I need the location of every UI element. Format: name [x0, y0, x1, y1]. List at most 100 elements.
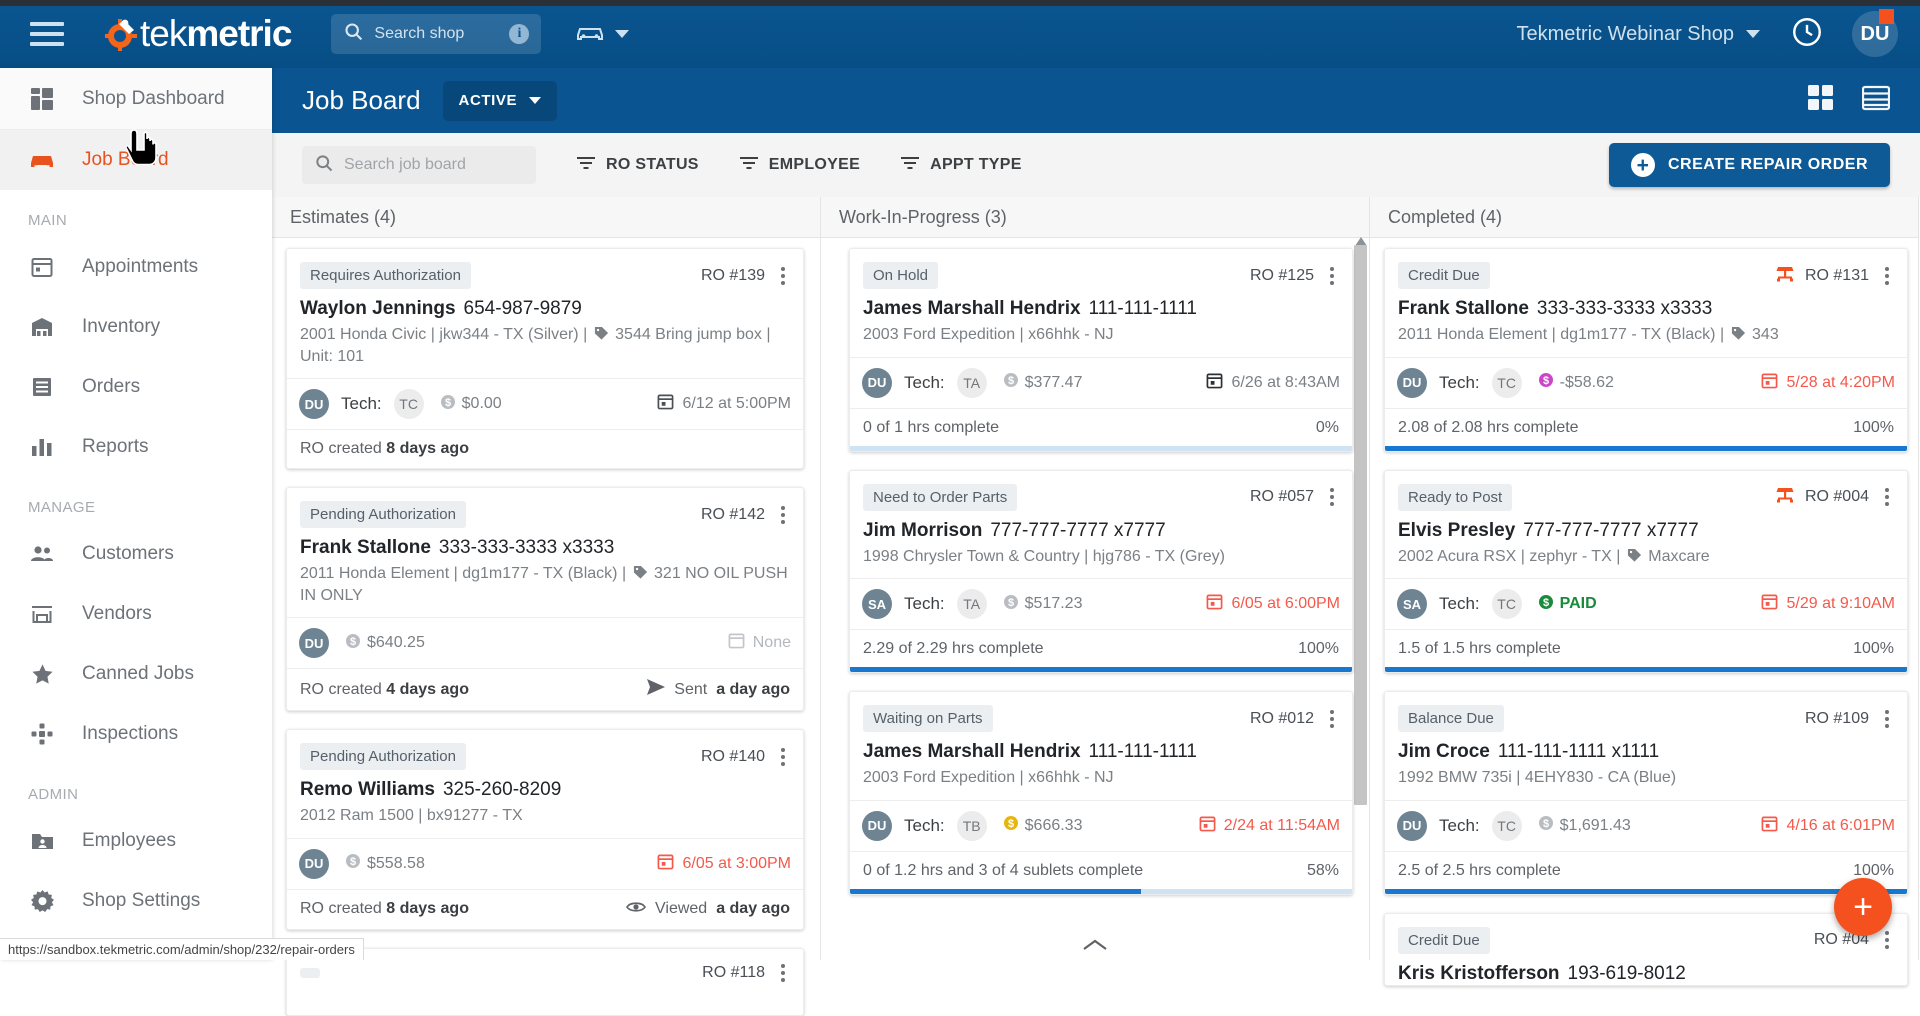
progress-text: 0 of 1.2 hrs and 3 of 4 sublets complete [863, 862, 1143, 880]
search-shop-input[interactable]: Search shop i [331, 14, 541, 54]
filter-appt-type[interactable]: APPT TYPE [900, 154, 1022, 177]
card-menu-icon[interactable] [775, 746, 791, 768]
card-header: Credit Due RO #131 [1385, 249, 1907, 289]
filter-bar: Search job board RO STATUS EMPLOYEE APPT… [272, 133, 1920, 197]
card-menu-icon[interactable] [775, 504, 791, 526]
tech-row: SA Tech: TA $ $517.23 [850, 579, 1352, 629]
filter-icon [576, 154, 596, 177]
grid-view-icon[interactable] [1808, 85, 1834, 116]
search-job-board-input[interactable]: Search job board [302, 146, 536, 184]
footer-value: 8 days ago [386, 440, 469, 458]
footer-right: Senta day ago [647, 679, 790, 700]
job-card[interactable]: Credit Due RO #04 Kris Kristofferson193-… [1384, 913, 1908, 986]
card-menu-icon[interactable] [1879, 486, 1895, 508]
card-menu-icon[interactable] [1879, 708, 1895, 730]
filter-employee[interactable]: EMPLOYEE [739, 154, 860, 177]
job-card[interactable]: Pending Authorization RO #142 Frank Stal… [286, 487, 804, 711]
user-avatar[interactable]: DU [1852, 11, 1898, 57]
progress-pct: 100% [1853, 419, 1894, 437]
card-header: Balance Due RO #109 [1385, 692, 1907, 732]
job-board: Estimates (4) Requires Authorization RO … [272, 197, 1920, 960]
dollar-icon: $ [1003, 815, 1019, 836]
card-header: Pending Authorization RO #140 [287, 730, 803, 770]
sidebar-item-vendors[interactable]: Vendors [0, 584, 272, 644]
customer-phone: 111-111-1111 [1089, 298, 1197, 319]
card-menu-icon[interactable] [1879, 265, 1895, 287]
sidebar-item-job-board[interactable]: Job Board [0, 130, 272, 190]
filter-label: APPT TYPE [930, 156, 1022, 174]
card-menu-icon[interactable] [1324, 486, 1340, 508]
ro-number: RO #109 [1805, 710, 1869, 728]
sidebar-item-appointments[interactable]: Appointments [0, 237, 272, 297]
status-filter-dropdown[interactable]: ACTIVE [443, 81, 558, 121]
chevron-down-icon [529, 97, 541, 104]
tech-row: DU $ $558.58 [287, 839, 803, 889]
create-repair-order-button[interactable]: + CREATE REPAIR ORDER [1609, 143, 1890, 187]
job-card[interactable]: On Hold RO #125 James Marshall Hendrix11… [849, 248, 1353, 452]
amount: $ $1,691.43 [1538, 815, 1631, 836]
status-badge: Credit Due [1398, 927, 1490, 954]
card-header-right: RO #131 [1775, 265, 1895, 287]
progress-text: 2.08 of 2.08 hrs complete [1398, 419, 1579, 437]
progress-pct: 0% [1316, 419, 1339, 437]
card-header-right: RO #125 [1250, 265, 1340, 287]
job-card[interactable]: Credit Due RO #131 Frank Stallone33 [1384, 248, 1908, 452]
sidebar-item-reports[interactable]: Reports [0, 417, 272, 477]
tech-label: Tech: [904, 594, 945, 614]
vehicle-selector[interactable] [575, 21, 629, 48]
progress-pct: 58% [1307, 862, 1339, 880]
calendar-icon [1206, 372, 1223, 394]
amount: $ $0.00 [440, 394, 502, 415]
column-body-completed[interactable]: Credit Due RO #131 Frank Stallone33 [1370, 238, 1918, 960]
status-badge: Pending Authorization [300, 501, 466, 528]
card-menu-icon[interactable] [775, 962, 791, 984]
job-card[interactable]: Waiting on Parts RO #012 James Marshall … [849, 691, 1353, 895]
sidebar-item-shop-settings[interactable]: Shop Settings [0, 871, 272, 931]
vehicle-text: 2003 Ford Expedition | x66hhk - NJ [863, 769, 1114, 786]
sidebar-item-shop-dashboard[interactable]: Shop Dashboard [0, 68, 272, 130]
footer-right-value: a day ago [716, 900, 790, 918]
job-card[interactable]: Balance Due RO #109 Jim Croce111-111-111… [1384, 691, 1908, 895]
hamburger-menu-icon[interactable] [30, 22, 64, 46]
hamburger-line [30, 32, 64, 36]
card-menu-icon[interactable] [1879, 929, 1895, 951]
add-floating-action-button[interactable]: + [1834, 878, 1892, 936]
sidebar-item-inspections[interactable]: Inspections [0, 704, 272, 764]
column-body-estimates[interactable]: Requires Authorization RO #139 Waylon Je… [272, 238, 820, 960]
job-card[interactable]: Pending Authorization RO #140 Remo Willi… [286, 729, 804, 930]
clock-icon[interactable] [1790, 15, 1824, 54]
job-card[interactable]: Ready to Post RO #004 Elvis Presley [1384, 470, 1908, 674]
vehicle-text: 2011 Honda Element | dg1m177 - TX (Black… [1398, 326, 1724, 343]
sidebar-item-inventory[interactable]: Inventory [0, 297, 272, 357]
job-card[interactable]: Need to Order Parts RO #057 Jim Morrison… [849, 470, 1353, 674]
card-menu-icon[interactable] [1324, 708, 1340, 730]
dollar-icon: $ [345, 853, 361, 874]
progress-text: 2.29 of 2.29 hrs complete [863, 640, 1044, 658]
sidebar-item-orders[interactable]: Orders [0, 357, 272, 417]
collapse-column-icon[interactable] [821, 938, 1369, 952]
list-view-icon[interactable] [1862, 85, 1890, 116]
sidebar-item-employees[interactable]: Employees [0, 811, 272, 871]
customer-line [287, 984, 803, 1015]
car-lift-icon [1775, 486, 1795, 508]
card-menu-icon[interactable] [1324, 265, 1340, 287]
vehicle-text: 2012 Ram 1500 | bx91277 - TX [300, 807, 523, 824]
info-icon[interactable]: i [509, 24, 529, 44]
shop-selector[interactable]: Tekmetric Webinar Shop [1517, 23, 1761, 46]
due-date: 6/26 at 8:43AM [1206, 372, 1340, 394]
column-body-wip[interactable]: On Hold RO #125 James Marshall Hendrix11… [821, 238, 1369, 960]
filter-ro-status[interactable]: RO STATUS [576, 154, 699, 177]
plus-icon: + [1631, 153, 1655, 177]
view-toggle-group [1808, 85, 1920, 116]
job-card[interactable]: Requires Authorization RO #139 Waylon Je… [286, 248, 804, 469]
tekmetric-logo[interactable]: tekmetric [104, 13, 291, 55]
card-menu-icon[interactable] [775, 265, 791, 287]
calendar-icon [1761, 593, 1778, 615]
dollar-icon: $ [1003, 372, 1019, 393]
due-value: 4/16 at 6:01PM [1786, 817, 1895, 835]
card-header: Waiting on Parts RO #012 [850, 692, 1352, 732]
due-date: 2/24 at 11:54AM [1199, 815, 1340, 837]
sidebar-item-canned-jobs[interactable]: Canned Jobs [0, 644, 272, 704]
shop-name-label: Tekmetric Webinar Shop [1517, 23, 1735, 46]
sidebar-item-customers[interactable]: Customers [0, 524, 272, 584]
